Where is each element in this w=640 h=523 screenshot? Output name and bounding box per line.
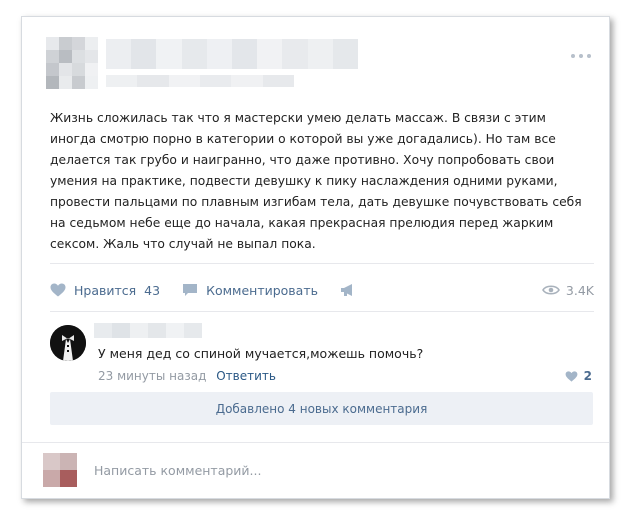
comment-like-button[interactable]: 2 bbox=[565, 369, 592, 383]
post-date-blurred bbox=[106, 75, 294, 87]
reply-link[interactable]: Ответить bbox=[216, 369, 276, 383]
show-new-comments-button[interactable]: Добавлено 4 новых комментария bbox=[50, 392, 593, 425]
heart-icon bbox=[565, 370, 578, 382]
post-actions: Нравится 43 Комментировать 3.4K bbox=[50, 280, 594, 300]
like-count: 43 bbox=[144, 282, 161, 298]
views-counter: 3.4K bbox=[541, 282, 594, 298]
author-name-blurred[interactable] bbox=[106, 39, 359, 69]
comment-meta: 23 минуты назад Ответить bbox=[98, 369, 276, 383]
divider bbox=[50, 311, 594, 312]
post-text: Жизнь сложилась так что я мастерски умею… bbox=[50, 108, 595, 255]
post-text-line: сексом. Жаль что случай не выпал пока. bbox=[50, 237, 316, 251]
comment-item: У меня дед со спиной мучается,можешь пом… bbox=[50, 323, 594, 393]
post-text-line: Жизнь сложилась так что я мастерски умею… bbox=[50, 111, 546, 125]
post-card: Жизнь сложилась так что я мастерски умею… bbox=[21, 16, 610, 499]
views-count: 3.4K bbox=[565, 282, 594, 298]
author-avatar-blurred[interactable] bbox=[46, 37, 98, 89]
current-user-avatar-blurred[interactable] bbox=[43, 453, 77, 487]
comment-like-count: 2 bbox=[583, 369, 592, 383]
commenter-avatar[interactable] bbox=[50, 325, 86, 361]
post-text-line: иногда смотрю порно в категории о которо… bbox=[50, 132, 556, 146]
eye-icon bbox=[541, 285, 560, 295]
commenter-name-blurred[interactable] bbox=[94, 323, 202, 338]
comment-time[interactable]: 23 минуты назад bbox=[98, 369, 206, 383]
post-text-line: провести пальцами по плавным изгибам тел… bbox=[50, 195, 582, 209]
comment-button[interactable]: Комментировать bbox=[182, 283, 318, 298]
divider bbox=[22, 442, 609, 443]
like-label: Нравится bbox=[74, 282, 137, 298]
megaphone-icon bbox=[341, 284, 352, 296]
more-options-icon[interactable] bbox=[566, 51, 596, 61]
post-text-line: делается так грубо и наигранно, что даже… bbox=[50, 153, 555, 167]
comment-text: У меня дед со спиной мучается,можешь пом… bbox=[98, 346, 424, 361]
like-button[interactable]: Нравится 43 bbox=[50, 283, 160, 298]
post-text-line: умения на практике, подвести девушку к п… bbox=[50, 174, 558, 188]
comment-input[interactable] bbox=[92, 457, 576, 483]
heart-icon bbox=[50, 283, 66, 297]
comment-label: Комментировать bbox=[206, 282, 318, 298]
share-button[interactable] bbox=[340, 283, 364, 297]
tuxedo-icon bbox=[50, 325, 86, 361]
comment-icon bbox=[183, 284, 198, 296]
post-text-line: на седьмом небе еще до начала, какая пре… bbox=[50, 216, 554, 230]
divider bbox=[50, 263, 594, 264]
